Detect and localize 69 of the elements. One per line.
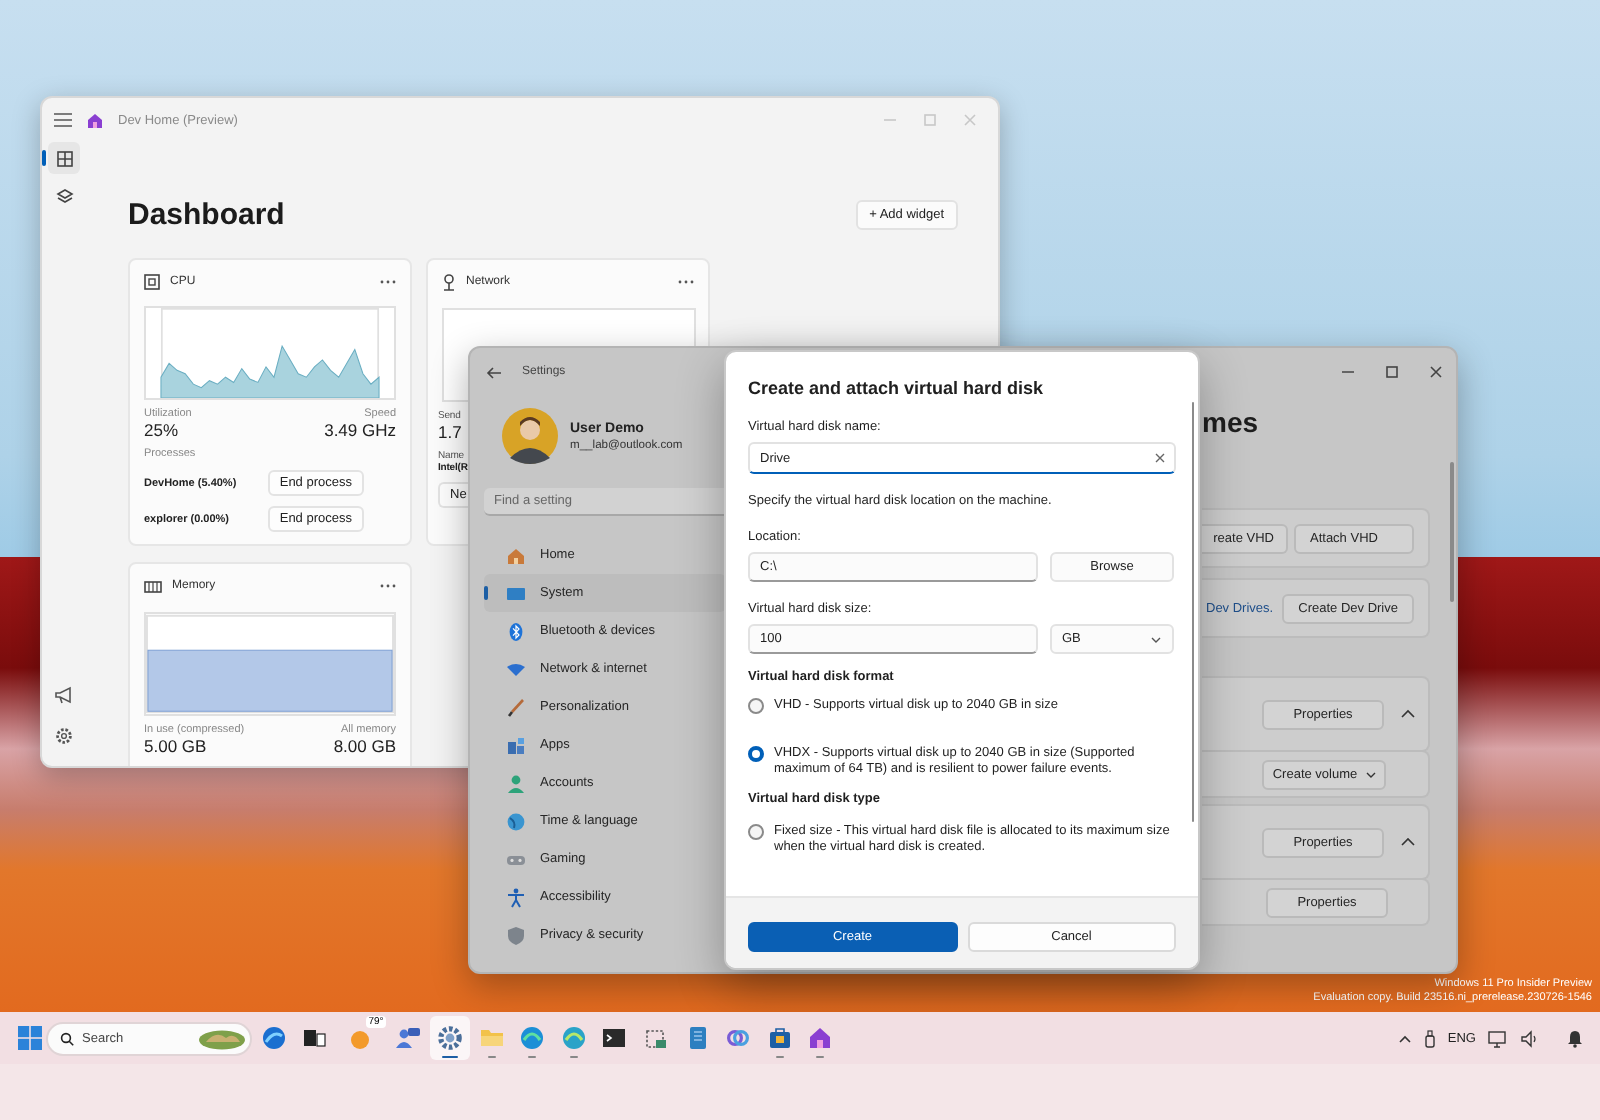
- scrollbar[interactable]: [1191, 402, 1194, 822]
- landscape-drawing: [198, 1026, 246, 1050]
- chevron-down-icon: [1150, 635, 1162, 643]
- dashboard-tab[interactable]: [48, 142, 80, 174]
- more-icon[interactable]: [380, 277, 396, 285]
- search-icon: [60, 1031, 74, 1045]
- back-arrow-icon[interactable]: [486, 365, 502, 379]
- memory-chip-icon: [144, 579, 162, 593]
- window-squares-icon: [300, 1024, 329, 1052]
- brush-icon: [506, 697, 526, 717]
- wave-globe-icon: [518, 1024, 547, 1052]
- scrollbar[interactable]: [1450, 462, 1453, 602]
- radio-button[interactable]: [748, 698, 764, 714]
- close-icon[interactable]: [1428, 364, 1444, 380]
- megaphone-icon[interactable]: [54, 686, 74, 704]
- globe-icon: [506, 811, 526, 831]
- stat-value: 3.49 GHz: [324, 420, 396, 440]
- running-indicator: [569, 1055, 578, 1058]
- globe-icon: [259, 1024, 288, 1052]
- speaker-icon[interactable]: [1520, 1029, 1538, 1047]
- page-title: mes: [1202, 404, 1261, 440]
- gear-icon: [435, 1024, 464, 1052]
- avatar-icon: [502, 408, 558, 464]
- network-adapter-icon: [442, 273, 456, 291]
- terminal-icon: [600, 1024, 629, 1052]
- stat-value: 1.7: [438, 422, 462, 442]
- dialog-title: Create and attach virtual hard disk: [748, 376, 1046, 400]
- more-icon[interactable]: [678, 278, 694, 286]
- knot-icon: [724, 1024, 753, 1052]
- chip-icon: [144, 273, 160, 289]
- folder-icon: [477, 1024, 506, 1052]
- monitor-icon: [506, 583, 526, 603]
- dashboard-icon: [55, 149, 73, 167]
- house-icon: [506, 545, 526, 565]
- accessibility-icon: [506, 887, 526, 907]
- running-indicator: [775, 1055, 784, 1058]
- shield-icon: [506, 925, 526, 945]
- caret-icon: [1365, 771, 1376, 777]
- running-indicator: [528, 1055, 537, 1058]
- more-icon[interactable]: [380, 582, 396, 590]
- running-indicator: [487, 1055, 496, 1058]
- clear-icon[interactable]: [1154, 452, 1166, 464]
- running-indicator: [441, 1055, 458, 1058]
- wifi-icon: [506, 659, 526, 679]
- chevron-up-icon[interactable]: [1397, 1033, 1412, 1043]
- settings-icon[interactable]: [54, 726, 74, 746]
- bluetooth-icon: [506, 621, 526, 641]
- radio-button[interactable]: [748, 746, 764, 762]
- stat-value: 25%: [144, 420, 179, 440]
- person-icon: [506, 773, 526, 793]
- page-heading: Dashboard: [128, 197, 285, 231]
- wave-globe-icon: [559, 1024, 588, 1052]
- start-icon[interactable]: [16, 1024, 44, 1052]
- shopping-bag-icon: [765, 1024, 794, 1052]
- maximize-icon[interactable]: [1384, 364, 1400, 380]
- stat-value: 5.00 GB: [144, 736, 207, 756]
- crop-icon: [641, 1024, 670, 1052]
- menu-icon[interactable]: [54, 112, 72, 128]
- radio-button[interactable]: [748, 824, 764, 840]
- house-icon: [806, 1024, 835, 1052]
- running-indicator: [816, 1055, 825, 1058]
- apps-icon: [506, 735, 526, 755]
- app-logo-icon: [86, 111, 104, 129]
- layers-icon: [55, 187, 73, 205]
- usb-drive-icon[interactable]: [1423, 1029, 1436, 1047]
- network-monitor-icon[interactable]: [1488, 1029, 1508, 1047]
- notification-bell-icon[interactable]: [1566, 1028, 1584, 1048]
- chat-icon: [394, 1024, 423, 1052]
- stat-value: 8.00 GB: [333, 736, 396, 756]
